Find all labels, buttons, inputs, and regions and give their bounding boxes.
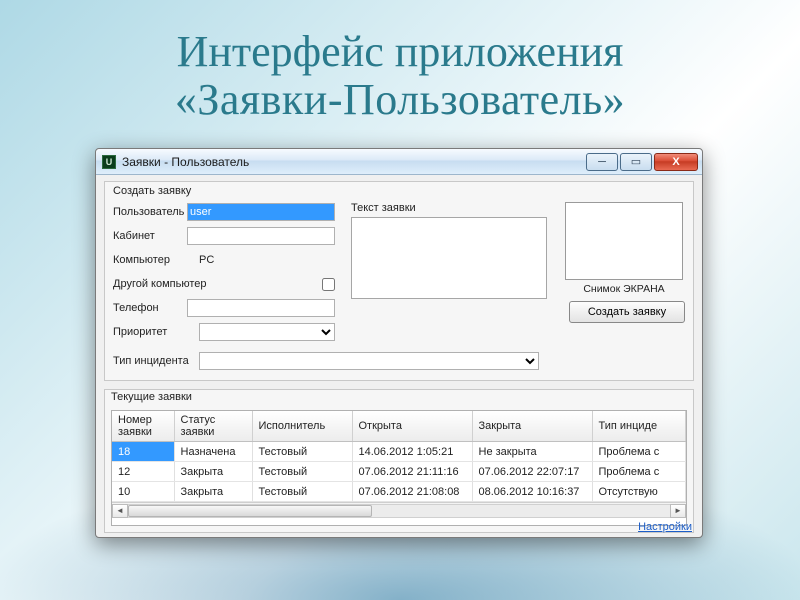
col-status[interactable]: Статус заявки — [174, 411, 252, 442]
other-computer-checkbox[interactable] — [322, 278, 335, 291]
create-ticket-group: Создать заявку Пользователь Кабинет Комп… — [104, 181, 694, 381]
computer-value: PC — [199, 254, 335, 266]
create-ticket-button[interactable]: Создать заявку — [569, 301, 685, 323]
app-window: U Заявки - Пользователь ─ ▭ X Создать за… — [95, 148, 703, 538]
table-row[interactable]: 18 Назначена Тестовый 14.06.2012 1:05:21… — [112, 442, 686, 462]
table-row[interactable]: 12 Закрыта Тестовый 07.06.2012 21:11:16 … — [112, 462, 686, 482]
scroll-track[interactable] — [128, 504, 670, 518]
create-ticket-legend: Создать заявку — [113, 185, 685, 197]
tickets-table: Номер заявки Статус заявки Исполнитель О… — [112, 411, 686, 502]
user-input[interactable] — [187, 203, 335, 221]
screenshot-box[interactable] — [565, 202, 683, 280]
col-closed[interactable]: Закрыта — [472, 411, 592, 442]
col-number[interactable]: Номер заявки — [112, 411, 174, 442]
table-header-row: Номер заявки Статус заявки Исполнитель О… — [112, 411, 686, 442]
col-executor[interactable]: Исполнитель — [252, 411, 352, 442]
room-input[interactable] — [187, 227, 335, 245]
other-computer-label: Другой компьютер — [113, 278, 322, 290]
phone-label: Телефон — [113, 302, 187, 314]
computer-label: Компьютер — [113, 254, 199, 266]
minimize-button[interactable]: ─ — [586, 153, 618, 171]
col-type[interactable]: Тип инциде — [592, 411, 686, 442]
window-title: Заявки - Пользователь — [122, 155, 586, 169]
slide-title: Интерфейс приложения «Заявки-Пользовател… — [0, 0, 800, 123]
scroll-right-icon[interactable]: ► — [670, 504, 686, 518]
ticket-text-input[interactable] — [351, 217, 547, 299]
close-button[interactable]: X — [654, 153, 698, 171]
maximize-button[interactable]: ▭ — [620, 153, 652, 171]
current-tickets-legend: Текущие заявки — [111, 391, 687, 403]
titlebar[interactable]: U Заявки - Пользователь ─ ▭ X — [96, 149, 702, 175]
current-tickets-group: Текущие заявки Номер заявки Статус заявк… — [104, 389, 694, 533]
table-row[interactable]: 10 Закрыта Тестовый 07.06.2012 21:08:08 … — [112, 482, 686, 502]
incident-type-select[interactable] — [199, 352, 539, 370]
phone-input[interactable] — [187, 299, 335, 317]
settings-link[interactable]: Настройки — [638, 521, 692, 533]
screenshot-label: Снимок ЭКРАНА — [583, 283, 664, 295]
window-client-area: Создать заявку Пользователь Кабинет Комп… — [96, 175, 702, 537]
user-label: Пользователь — [113, 206, 187, 218]
tickets-table-wrap: Номер заявки Статус заявки Исполнитель О… — [111, 410, 687, 526]
slide-title-line2: «Заявки-Пользователь» — [0, 76, 800, 124]
slide-title-line1: Интерфейс приложения — [0, 28, 800, 76]
priority-select[interactable] — [199, 323, 335, 341]
horizontal-scrollbar[interactable]: ◄ ► — [112, 502, 686, 518]
app-icon: U — [102, 155, 116, 169]
window-control-buttons: ─ ▭ X — [586, 153, 698, 171]
scroll-left-icon[interactable]: ◄ — [112, 504, 128, 518]
room-label: Кабинет — [113, 230, 187, 242]
incident-type-label: Тип инцидента — [113, 355, 199, 367]
scroll-thumb[interactable] — [128, 505, 372, 517]
ticket-text-label: Текст заявки — [351, 202, 547, 214]
priority-label: Приоритет — [113, 326, 199, 338]
col-opened[interactable]: Открыта — [352, 411, 472, 442]
slide-background: Интерфейс приложения «Заявки-Пользовател… — [0, 0, 800, 600]
